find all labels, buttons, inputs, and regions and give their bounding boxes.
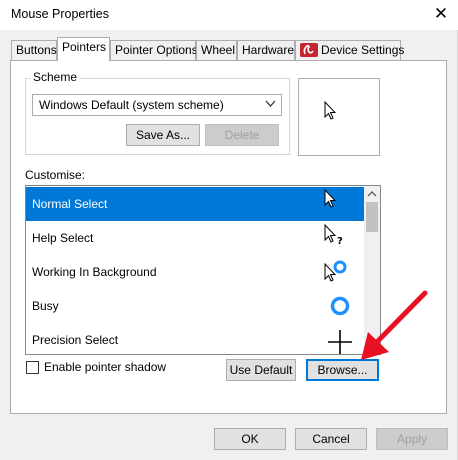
annotation-arrow-icon [355,288,435,368]
scheme-select[interactable]: Windows Default (system scheme) [32,94,282,116]
list-item-label: Precision Select [32,333,119,347]
list-item-label: Busy [32,299,59,313]
busy-cursor-icon [329,295,351,317]
list-item-label: Help Select [32,231,94,245]
use-default-button[interactable]: Use Default [226,359,296,381]
tab-pointers[interactable]: Pointers [57,37,110,61]
customise-label: Customise: [25,168,86,182]
help-cursor-icon: ? [324,224,346,246]
tab-label: Pointers [62,40,107,54]
scrollbar-thumb[interactable] [366,202,378,232]
close-icon[interactable]: ✕ [428,2,454,26]
crosshair-cursor-icon [328,330,352,354]
arrow-cursor-icon [324,189,336,208]
synaptics-icon [300,43,318,57]
tab-buttons[interactable]: Buttons [11,40,57,60]
tab-label: Buttons [16,43,57,57]
cursor-list[interactable]: Normal Select Help Select ? Working In B… [25,185,381,355]
tab-label: Hardware [242,43,295,57]
tab-label: Device Settings [321,43,405,57]
tab-device-settings[interactable]: Device Settings [295,40,405,60]
window-title: Mouse Properties [11,7,109,21]
tab-label: Wheel [201,43,236,57]
arrow-cursor-icon [324,101,336,120]
pointer-shadow-checkbox[interactable] [26,361,39,374]
list-item[interactable]: Normal Select [26,187,364,221]
list-item-label: Normal Select [32,197,108,211]
working-cursor-icon [324,259,348,283]
scheme-select-value: Windows Default (system scheme) [39,98,224,112]
list-item[interactable]: Help Select ? [26,221,364,255]
pointer-shadow-label[interactable]: Enable pointer shadow [44,360,166,374]
scroll-up-icon[interactable] [367,190,377,197]
cursor-preview [298,78,380,156]
list-item-label: Working In Background [32,265,157,279]
tab-pointer-options[interactable]: Pointer Options [110,40,198,60]
tab-hardware[interactable]: Hardware [237,40,295,60]
list-item[interactable]: Precision Select [26,323,364,354]
save-as-button[interactable]: Save As... [126,124,200,146]
tab-wheel[interactable]: Wheel [196,40,237,60]
list-item[interactable]: Working In Background [26,255,364,289]
list-item[interactable]: Busy [26,289,364,323]
svg-text:?: ? [337,236,343,246]
delete-button[interactable]: Delete [205,124,279,146]
tab-label: Pointer Options [115,43,198,57]
apply-button[interactable]: Apply [376,428,448,450]
scheme-legend: Scheme [31,70,80,84]
chevron-down-icon [265,100,276,108]
ok-button[interactable]: OK [214,428,286,450]
cancel-button[interactable]: Cancel [295,428,367,450]
